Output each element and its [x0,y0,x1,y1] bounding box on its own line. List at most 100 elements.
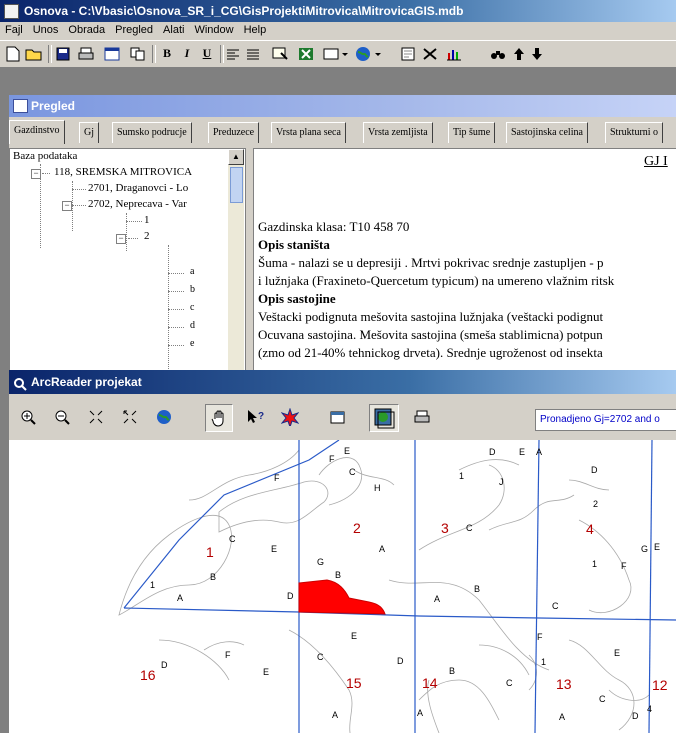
collapse-icon[interactable]: − [116,234,126,244]
menu-pregled[interactable]: Pregled [110,22,158,36]
main-title-bar[interactable]: Osnova - C:\Vbasic\Osnova_SR_i_CG\GisPro… [0,0,676,22]
print-icon[interactable] [409,404,435,430]
compartment-label-16: 16 [140,667,156,683]
svg-text:D: D [397,656,404,666]
tab-vrsta-plana-seca[interactable]: Vrsta plana seca [271,122,346,143]
excel-icon[interactable] [296,44,316,63]
tree-node-2701[interactable]: 2701, Draganovci - Lo [88,182,188,194]
svg-text:F: F [621,561,627,571]
forest-map[interactable]: 1 2 3 4 16 15 14 13 12 EF FCH DEA 1J D2 … [9,440,676,733]
arrow-down-icon[interactable] [528,44,546,63]
tab-preduzece[interactable]: Preduzece [208,122,260,143]
delete-icon[interactable] [420,44,440,63]
layers-icon[interactable] [369,404,399,432]
arrow-up-icon[interactable] [510,44,528,63]
globe-dropdown-icon[interactable] [354,44,384,63]
tree-node-a[interactable]: a [190,266,194,277]
svg-text:A: A [177,593,183,603]
svg-text:E: E [614,648,620,658]
doc-line-gazdinska-klasa: Gazdinska klasa: T10 458 70 [258,219,410,234]
scroll-up-icon[interactable]: ▲ [228,149,244,165]
collapse-icon[interactable]: − [31,169,41,179]
menu-window[interactable]: Window [189,22,238,36]
view-dropdown-icon[interactable] [322,44,350,63]
tree-node-b[interactable]: b [190,284,195,295]
properties-icon[interactable] [325,404,351,430]
svg-text:B: B [449,666,455,676]
tab-strukturni[interactable]: Strukturni o [605,122,664,143]
svg-text:E: E [654,542,660,552]
align-justify-icon[interactable] [244,44,262,63]
tab-gazdinstvo[interactable]: Gazdinstvo [9,120,65,144]
align-left-icon[interactable] [224,44,242,63]
tab-sumsko-podrucje[interactable]: Sumsko podrucje [112,122,192,143]
selected-subcompartment[interactable] [298,579,386,615]
copy-icon[interactable] [128,44,148,63]
arcreader-title-bar[interactable]: ArcReader projekat [9,370,676,394]
tree-node-2[interactable]: 2 [144,230,150,242]
report-icon[interactable] [398,44,418,63]
open-folder-icon[interactable] [24,44,44,63]
tab-tip-sume[interactable]: Tip šume [448,122,496,143]
full-extent-globe-icon[interactable] [151,404,177,430]
query-icon[interactable] [270,44,290,63]
underline-button[interactable]: U [198,44,216,63]
print-icon[interactable] [76,44,96,63]
map-canvas[interactable]: 1 2 3 4 16 15 14 13 12 EF FCH DEA 1J D2 … [9,440,676,733]
flash-feature-icon[interactable] [277,404,303,430]
zoom-out-icon[interactable] [49,404,75,430]
tree-node-2702[interactable]: 2702, Neprecava - Var [88,198,187,210]
tab-sastojinska-celina[interactable]: Sastojinska celina [506,122,588,143]
svg-text:4: 4 [647,704,652,714]
tree-node-d[interactable]: d [190,320,195,331]
zoom-in-icon[interactable] [15,404,41,430]
new-document-icon[interactable] [4,44,22,63]
svg-text:D: D [632,711,639,721]
svg-text:D: D [489,447,496,457]
compartment-label-4: 4 [586,521,594,537]
form-icon[interactable] [102,44,122,63]
svg-text:C: C [506,678,513,688]
tree-node-1[interactable]: 1 [144,214,150,226]
fixed-zoom-out-icon[interactable] [117,404,143,430]
svg-text:E: E [351,631,357,641]
query-status-field[interactable]: Pronadjeno Gj=2702 and o [535,409,676,431]
bold-button[interactable]: B [158,44,176,63]
tab-gj[interactable]: Gj [79,122,99,143]
doc-line: (zmo od 21-40% tehnickog drveta). Srednj… [258,345,603,360]
menu-obrada[interactable]: Obrada [63,22,110,36]
menu-help[interactable]: Help [239,22,272,36]
database-tree[interactable]: Baza podataka − 118, SREMSKA MITROVICA 2… [9,148,246,376]
pan-hand-icon[interactable] [205,404,233,432]
tree-node-118[interactable]: 118, SREMSKA MITROVICA [54,166,192,178]
tree-node-c[interactable]: c [190,302,194,313]
save-icon[interactable] [54,44,72,63]
italic-button[interactable]: I [178,44,196,63]
chart-icon[interactable] [444,44,464,63]
collapse-icon[interactable]: − [62,201,72,211]
tree-node-e[interactable]: e [190,338,194,349]
svg-text:2: 2 [593,499,598,509]
identify-icon[interactable]: ? [243,404,269,430]
svg-text:D: D [591,465,598,475]
fixed-zoom-in-icon[interactable] [83,404,109,430]
doc-line: Šuma - nalazi se u depresiji . Mrtvi pok… [258,255,604,270]
tab-vrsta-zemljista[interactable]: Vrsta zemljista [363,122,433,143]
svg-text:C: C [229,534,236,544]
tree-root[interactable]: Baza podataka [13,150,77,162]
main-window-title: Osnova - C:\Vbasic\Osnova_SR_i_CG\GisPro… [24,4,464,18]
tree-scrollbar[interactable]: ▲ [228,149,244,371]
svg-text:H: H [374,483,381,493]
pregled-title-bar[interactable]: Pregled [9,95,676,117]
app-icon [4,4,19,19]
description-panel[interactable]: GJ I Gazdinska klasa: T10 458 70 Opis st… [253,148,676,376]
svg-text:F: F [274,473,280,483]
doc-line: Ocuvana sastojina. Mešovita sastojina (s… [258,327,603,342]
menu-unos[interactable]: Unos [28,22,64,36]
menu-fajl[interactable]: Fajl [0,22,28,36]
menu-alati[interactable]: Alati [158,22,189,36]
binoculars-icon[interactable] [488,44,508,63]
scroll-thumb[interactable] [230,167,243,203]
svg-text:A: A [332,710,338,720]
svg-text:G: G [317,557,324,567]
